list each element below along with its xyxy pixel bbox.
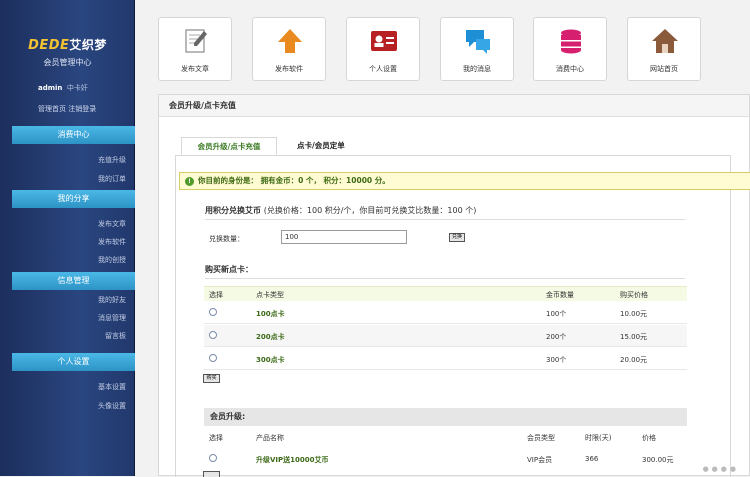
sidebar-item-guestbook[interactable]: 留言板 (0, 331, 126, 341)
card-radio-100[interactable] (209, 308, 217, 316)
edit-document-icon (185, 29, 207, 53)
quick-home-button[interactable]: 网站首页 (627, 17, 701, 81)
recharge-panel: 会员升级/点卡充值 会员升级/点卡充值 点卡/会员定单 ! 你目前的身份是： 拥… (158, 94, 750, 477)
tab-upgrade-recharge[interactable]: 会员升级/点卡充值 (181, 137, 277, 155)
tab-card-orders[interactable]: 点卡/会员定单 (297, 137, 345, 155)
home-icon (652, 29, 678, 53)
sidebar-item-recharge[interactable]: 充值升级 (0, 155, 126, 165)
card-radio-300[interactable] (209, 354, 217, 362)
database-icon (561, 29, 581, 54)
panel-title: 会员升级/点卡充值 (159, 95, 749, 117)
sidebar-item-post-software[interactable]: 发布软件 (0, 237, 126, 247)
quick-my-messages-label: 我的消息 (463, 65, 491, 73)
card-name: 300点卡 (256, 356, 285, 364)
card-qty: 200个 (546, 333, 567, 341)
cards-table-header: 选择 点卡类型 金币数量 购买价格 (204, 286, 687, 301)
table-row[interactable]: 200点卡 200个 15.00元 (204, 325, 687, 347)
top-links[interactable]: 管理首页 注销登录 (38, 104, 96, 114)
table-row[interactable]: 升级VIP送10000艾币 VIP会员 366 300.00元 (204, 448, 687, 470)
sidebar-item-orders[interactable]: 我的订单 (0, 174, 126, 184)
quick-my-messages-button[interactable]: 我的消息 (440, 17, 514, 81)
sidebar-item-my-creations[interactable]: 我的创授 (0, 255, 126, 265)
main-area: 发布文章 发布软件 个人设置 我的消息 消费中心 网站首页 会员升级/点卡充值 … (136, 0, 750, 477)
section-share[interactable]: 我的分享 (12, 190, 135, 208)
chat-bubbles-icon (466, 30, 490, 54)
section-settings[interactable]: 个人设置 (12, 353, 135, 371)
card-name: 100点卡 (256, 310, 285, 318)
vip-upgrade-title: 会员升级: (204, 408, 687, 426)
watermark-dots: ●●●● (702, 465, 739, 473)
card-price: 20.00元 (620, 356, 648, 364)
buy-vip-button[interactable] (203, 471, 220, 477)
quick-post-software-button[interactable]: 发布软件 (252, 17, 326, 81)
table-row[interactable]: 100点卡 100个 10.00元 (204, 302, 687, 324)
quick-consume-center-button[interactable]: 消费中心 (533, 17, 607, 81)
vip-price: 300.00元 (642, 456, 674, 464)
divider (205, 278, 685, 279)
info-icon: ! (185, 177, 194, 186)
vip-radio[interactable] (209, 454, 217, 462)
sidebar-item-friends[interactable]: 我的好友 (0, 295, 126, 305)
section-consume[interactable]: 消费中心 (12, 126, 135, 144)
col-card-type: 点卡类型 (256, 291, 284, 299)
quick-home-label: 网站首页 (650, 65, 678, 73)
quick-post-article-label: 发布文章 (181, 65, 209, 73)
exchange-section-title: 用积分兑换艾币 (兑换价格：100 积分/个，你目前可兑换艾比数量：100 个) (205, 206, 477, 215)
upload-arrow-icon (278, 29, 302, 53)
user-role: 中卡奸 (66, 84, 88, 92)
exchange-note: (兑换价格：100 积分/个，你目前可兑换艾比数量：100 个) (263, 206, 477, 215)
notice-text: 你目前的身份是： 拥有金币：0 个， 积分：10000 分。 (198, 176, 390, 185)
quick-personal-settings-button[interactable]: 个人设置 (346, 17, 420, 81)
quick-personal-settings-label: 个人设置 (369, 65, 397, 73)
sidebar-item-basic-settings[interactable]: 基本设置 (0, 382, 126, 392)
card-qty: 300个 (546, 356, 567, 364)
user-info: admin 中卡奸 (38, 83, 88, 93)
sidebar-item-messages[interactable]: 消息管理 (0, 313, 126, 323)
col-price: 购买价格 (620, 291, 648, 299)
exchange-quantity-input[interactable]: 100 (281, 230, 407, 244)
logo-subtitle: 会员管理中心 (43, 58, 92, 67)
site-logo[interactable]: DEDE艾织梦 (0, 36, 135, 53)
sidebar-item-post-article[interactable]: 发布文章 (0, 219, 126, 229)
identity-notice: ! 你目前的身份是： 拥有金币：0 个， 积分：10000 分。 (179, 172, 750, 190)
col-select: 选择 (209, 434, 223, 442)
vip-days: 366 (585, 455, 599, 463)
id-card-icon (371, 31, 397, 51)
card-qty: 100个 (546, 310, 567, 318)
card-name: 200点卡 (256, 333, 285, 341)
card-radio-200[interactable] (209, 331, 217, 339)
sidebar-item-avatar-settings[interactable]: 头像设置 (0, 401, 126, 411)
vip-member-type: VIP会员 (527, 456, 553, 464)
col-product: 产品名称 (256, 434, 284, 442)
quick-post-article-button[interactable]: 发布文章 (158, 17, 232, 81)
card-price: 10.00元 (620, 310, 648, 318)
table-row[interactable]: 300点卡 300个 20.00元 (204, 348, 687, 370)
quick-consume-center-label: 消费中心 (556, 65, 584, 73)
section-info[interactable]: 信息管理 (12, 272, 135, 290)
exchange-button[interactable]: 兑换 (449, 233, 465, 242)
username[interactable]: admin (38, 84, 62, 92)
vip-table-header: 选择 产品名称 会员类型 时限(天) 价格 (204, 430, 687, 445)
vip-product-name: 升级VIP送10000艾币 (256, 456, 329, 464)
sidebar: DEDE艾织梦 会员管理中心 admin 中卡奸 管理首页 注销登录 消费中心 … (0, 0, 135, 476)
buy-cards-title: 购买新点卡： (205, 265, 253, 274)
col-price: 价格 (642, 434, 656, 442)
quick-post-software-label: 发布软件 (275, 65, 303, 73)
col-coin-qty: 金币数量 (546, 291, 574, 299)
card-price: 15.00元 (620, 333, 648, 341)
buy-card-button[interactable]: 购买 (203, 374, 220, 383)
exchange-quantity-label: 兑换数量： (209, 235, 244, 243)
col-days: 时限(天) (585, 434, 612, 442)
divider (205, 219, 685, 220)
col-member-type: 会员类型 (527, 434, 555, 442)
col-select: 选择 (209, 291, 223, 299)
